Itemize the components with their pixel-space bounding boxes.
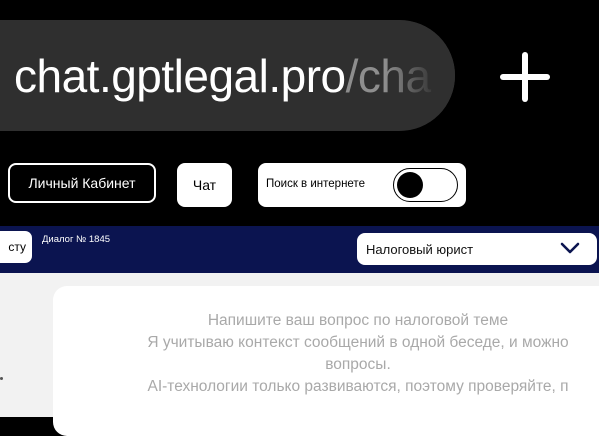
sidebar-dot: [0, 377, 3, 380]
welcome-hint: Напишите ваш вопрос по налоговой теме Я …: [53, 310, 599, 398]
dialog-number: Диалог № 1845: [42, 234, 111, 245]
hint-line-2: Я учитываю контекст сообщений в одной бе…: [147, 334, 569, 351]
welcome-card: Напишите ваш вопрос по налоговой теме Я …: [53, 286, 599, 436]
chat-button[interactable]: Чат: [177, 163, 232, 207]
url-host: chat.gptlegal.pro: [14, 49, 346, 102]
chat-area: Напишите ваш вопрос по налоговой теме Я …: [0, 273, 599, 436]
chevron-down-icon: [560, 242, 580, 254]
assistant-select[interactable]: Налоговый юрист: [357, 233, 597, 265]
hint-line-4: AI-технологии только развиваются, поэтом…: [147, 378, 569, 395]
hint-line-1: Напишите ваш вопрос по налоговой теме: [207, 312, 509, 329]
url-fade: [385, 20, 455, 131]
back-button[interactable]: сту: [0, 231, 32, 263]
web-search-control: Поиск в интернете: [258, 163, 466, 207]
plus-icon[interactable]: [500, 52, 550, 102]
dialog-header: сту Диалог № 1845 Налоговый юрист: [0, 226, 599, 273]
sidebar: [0, 273, 50, 417]
cabinet-button[interactable]: Личный Кабинет: [8, 163, 156, 203]
toggle-knob: [397, 172, 423, 198]
hint-line-3: вопросы.: [325, 356, 391, 373]
web-search-label: Поиск в интернете: [266, 178, 365, 190]
web-search-toggle[interactable]: [393, 168, 458, 202]
url-text[interactable]: chat.gptlegal.pro/cha: [14, 49, 431, 103]
top-nav: Личный Кабинет Чат Поиск в интернете: [0, 153, 599, 218]
assistant-selected: Налоговый юрист: [366, 242, 474, 257]
address-bar[interactable]: chat.gptlegal.pro/cha: [0, 20, 455, 131]
